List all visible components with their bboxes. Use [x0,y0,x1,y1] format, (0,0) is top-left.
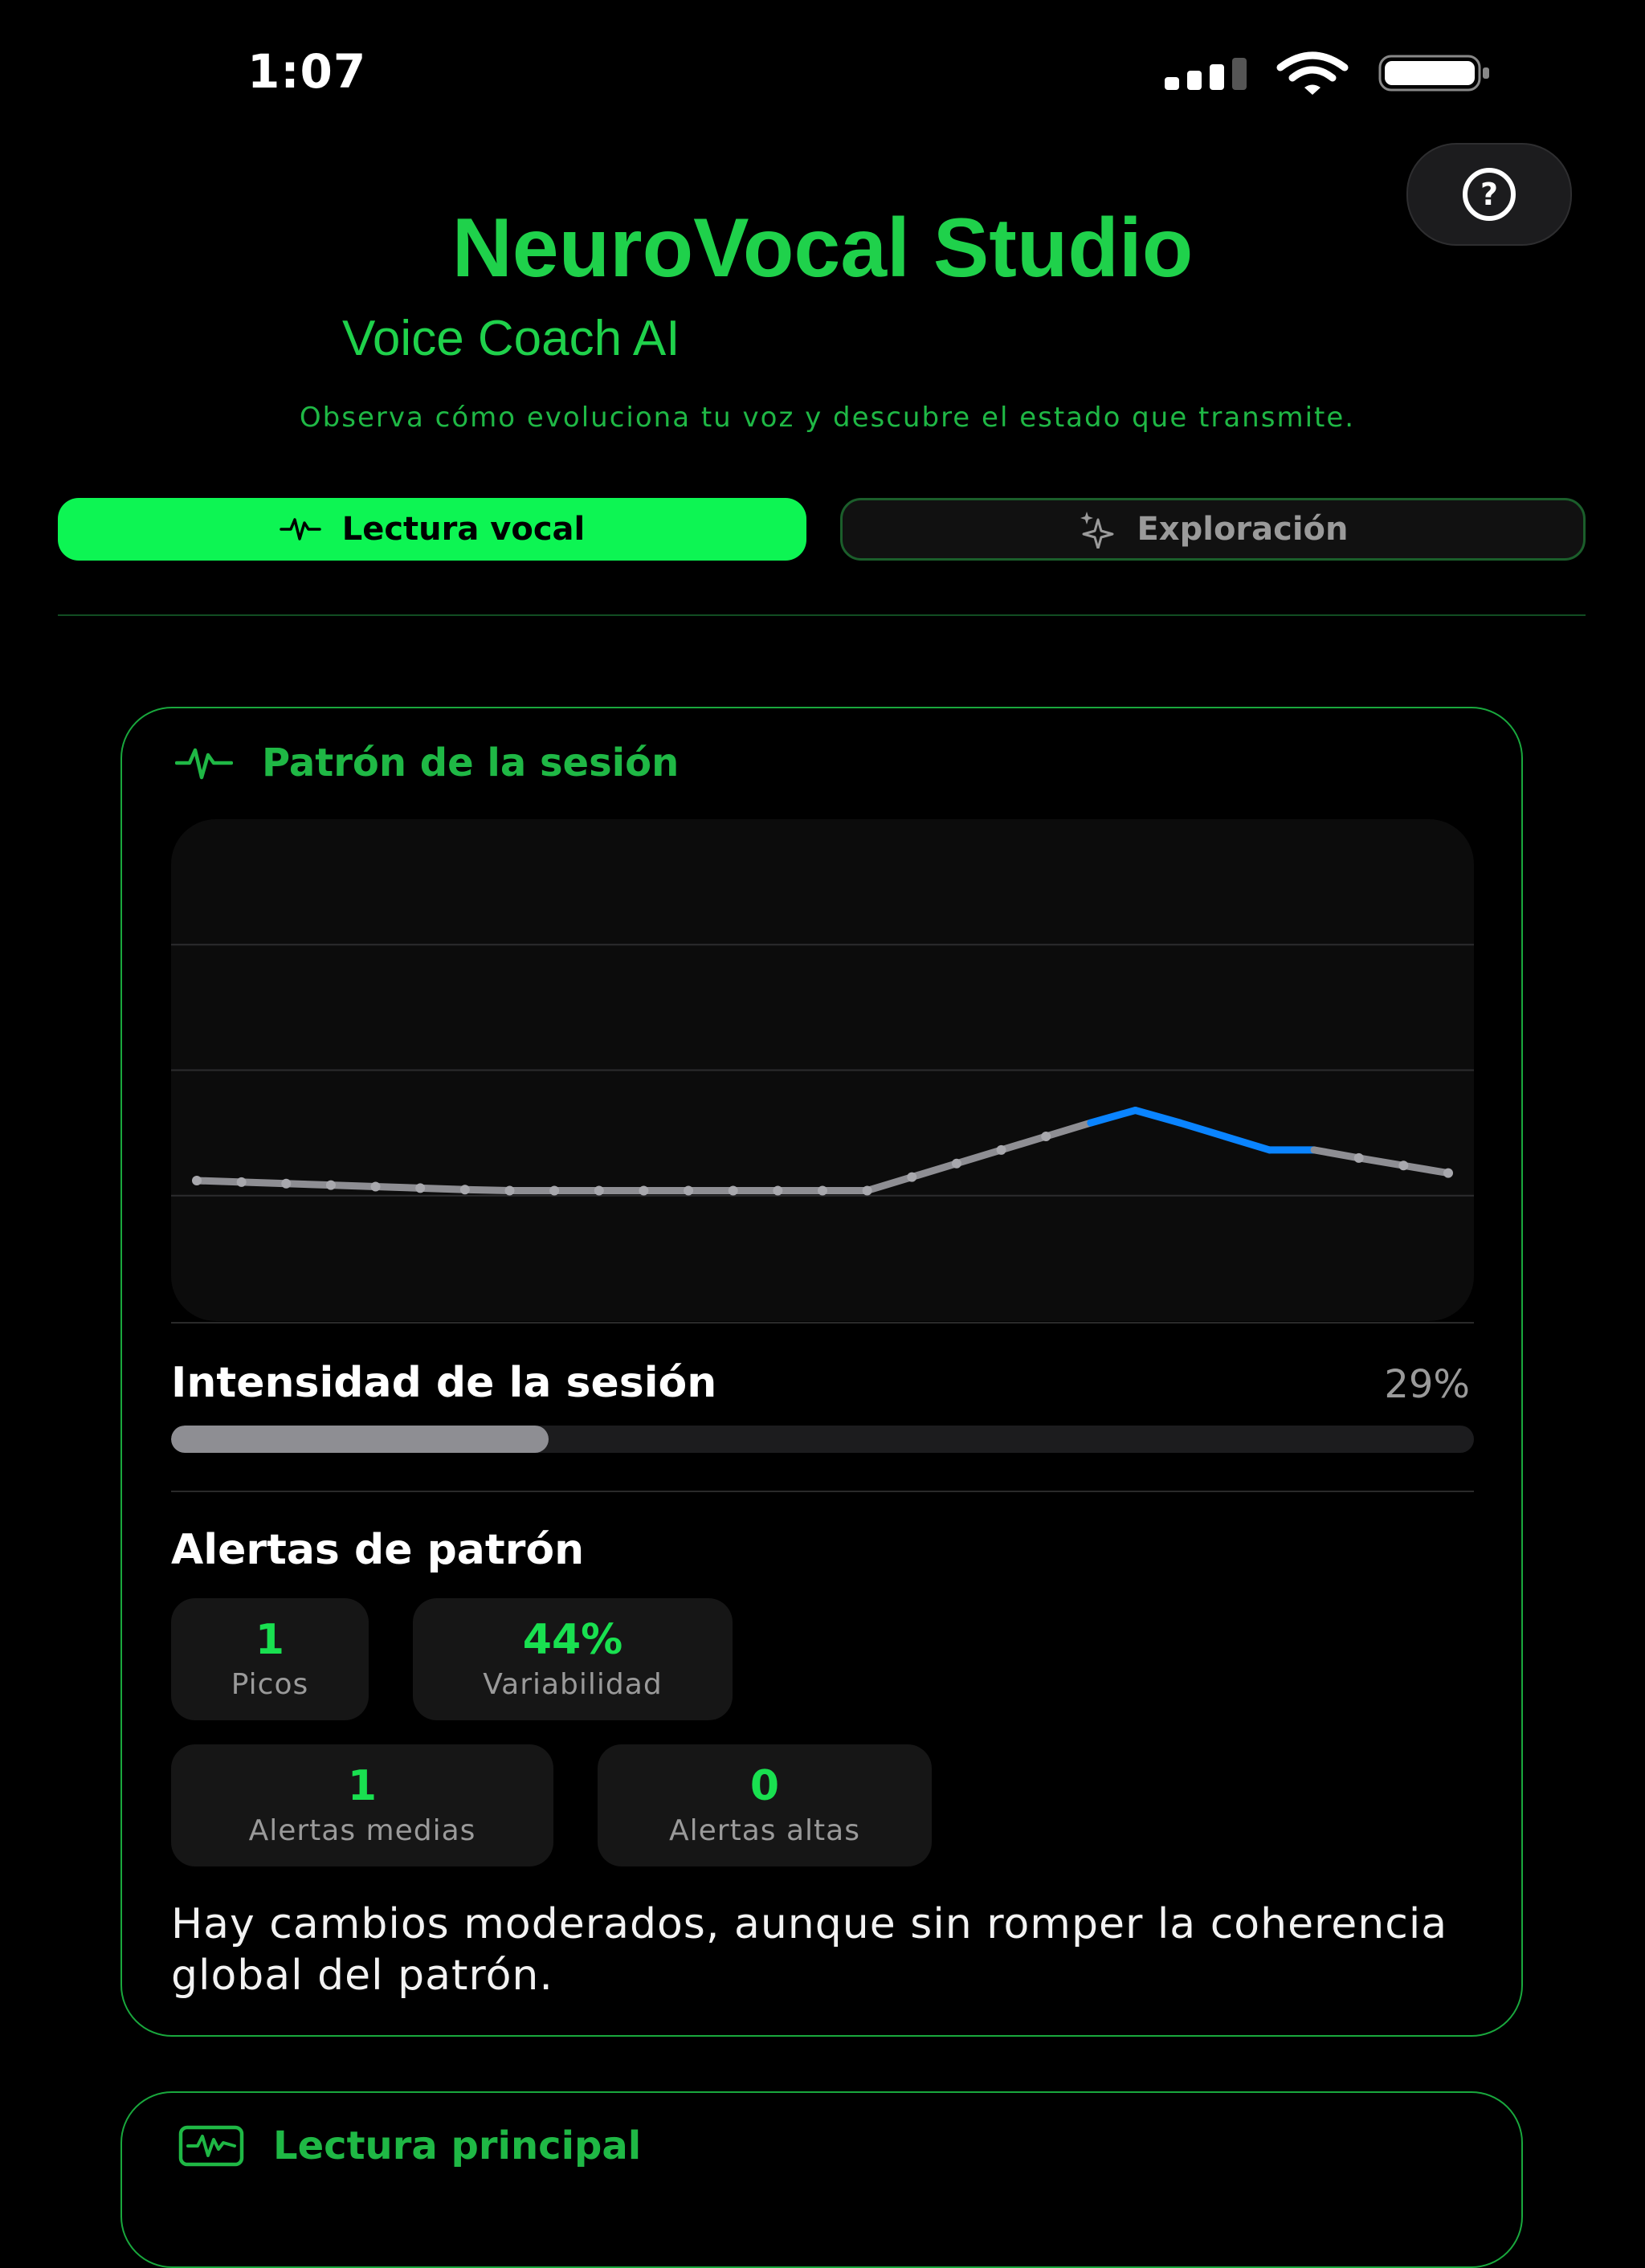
chart-line-segment [998,1132,1050,1154]
chart-data-point [1443,1168,1453,1178]
chart-data-point [728,1185,738,1196]
intensity-progress-fill [171,1426,549,1453]
intensity-progress-bar [171,1426,1474,1453]
chart-data-point [459,1185,470,1195]
app-tagline: Observa cómo evoluciona tu voz y descubr… [299,402,1356,434]
chart-data-point [325,1180,336,1190]
chart-data-point [594,1185,604,1196]
stat-value: 1 [255,1615,285,1664]
stat-alertas-altas: 0 Alertas altas [598,1744,932,1866]
intensity-percent: 29% [1384,1362,1470,1407]
main-reading-card [120,2091,1523,2268]
chart-line-segment [327,1181,380,1190]
waveform-icon [279,518,321,540]
chart-data-point [862,1185,872,1196]
stat-alertas-medias: 1 Alertas medias [171,1744,553,1866]
chart-canvas [171,944,1474,1197]
stat-label: Alertas altas [669,1814,860,1848]
chart-line-segment [1087,1107,1139,1127]
main-reading-title: Lectura principal [273,2123,642,2168]
session-card-header: Patrón de la sesión [175,740,679,785]
chart-data-point [370,1181,381,1192]
chart-data-point [236,1177,247,1187]
stat-label: Variabilidad [483,1668,663,1702]
chart-data-point [192,1176,202,1185]
stat-value: 0 [749,1761,780,1810]
main-reading-header: Lectura principal [178,2123,641,2168]
stat-variabilidad: 44% Variabilidad [413,1598,733,1720]
chart-line-segment [1221,1132,1273,1154]
chart-data-point [996,1144,1006,1155]
separator [171,1491,1474,1492]
alerts-label: Alertas de patrón [171,1526,585,1574]
waveform-icon [175,748,233,780]
chart-line-segment [1399,1161,1452,1177]
stat-label: Alertas medias [248,1814,476,1848]
chart-data-point [639,1185,649,1196]
intensity-label: Intensidad de la sesión [171,1359,717,1407]
session-line-chart [171,819,1474,1321]
chart-line-segment [372,1183,424,1192]
tabs-divider [58,614,1586,616]
chart-line-segment [908,1160,961,1181]
session-card-title: Patrón de la sesión [262,740,680,785]
chart-data-point [415,1183,426,1193]
stat-label: Picos [231,1668,309,1702]
chart-data-point [907,1172,917,1182]
chart-data-point [1353,1152,1364,1163]
sparkles-icon [1080,512,1114,549]
status-time: 1:07 [247,44,367,99]
tab-label: Exploración [1137,511,1349,548]
chart-data-point [1398,1161,1409,1171]
stat-value: 1 [347,1761,378,1810]
waveform-box-icon [178,2125,244,2167]
tab-lectura-vocal[interactable]: Lectura vocal [58,498,806,561]
wifi-icon [1276,51,1349,95]
chart-data-point [684,1185,694,1196]
tab-exploracion[interactable]: Exploración [840,498,1586,561]
chart-data-point [504,1185,515,1196]
battery-icon [1378,55,1489,92]
chart-line-segment [282,1180,335,1189]
session-summary: Hay cambios moderados, aunque sin romper… [171,1900,1448,2000]
chart-line-segment [1132,1107,1184,1127]
chart-data-point [549,1185,560,1196]
tab-label: Lectura vocal [341,511,586,548]
chart-line-segment [1310,1146,1363,1162]
cellular-signal-icon [1165,58,1250,90]
chart-line-segment [193,1177,246,1186]
chart-data-point [1041,1132,1051,1141]
chart-line-segment [238,1178,290,1188]
chart-data-point [951,1158,961,1169]
chart-line-segment [953,1146,1006,1168]
chart-line-segment [461,1185,513,1194]
separator [171,1322,1474,1324]
chart-data-point [281,1178,292,1189]
chart-data-point [773,1185,783,1196]
app-subtitle: Voice Coach AI [342,311,680,366]
chart-line-segment [416,1184,469,1193]
app-title: NeuroVocal Studio [451,202,1194,295]
stat-picos: 1 Picos [171,1598,369,1720]
chart-data-point [818,1185,827,1196]
chart-line-segment [1355,1154,1407,1169]
chart-line-segment [1176,1119,1229,1140]
chart-line-segment [863,1173,916,1194]
stat-value: 44% [522,1615,623,1664]
chart-line-segment [1042,1119,1095,1140]
